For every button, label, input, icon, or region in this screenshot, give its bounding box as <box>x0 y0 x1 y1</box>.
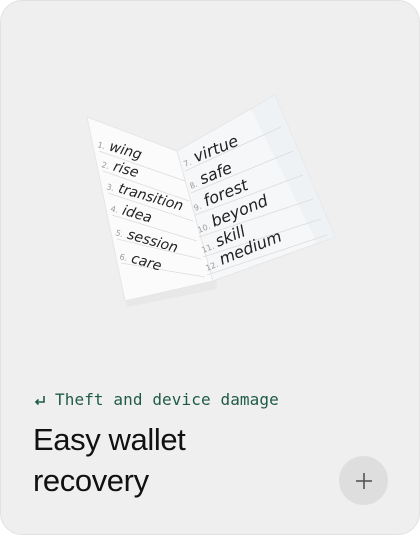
card-title: Easy wallet recovery <box>33 419 313 501</box>
recovery-phrase-illustration: 1. wing 2. rise 3. transition 4. idea 5. session 6… <box>81 89 341 309</box>
plus-icon <box>355 472 372 489</box>
title-line-2: recovery <box>33 463 149 498</box>
tag-label: Theft and device damage <box>55 390 279 409</box>
expand-button[interactable] <box>339 456 388 505</box>
title-line-1: Easy wallet <box>33 422 186 457</box>
feature-tag: Theft and device damage <box>33 390 279 409</box>
feature-card: 1. wing 2. rise 3. transition 4. idea 5. session 6… <box>0 0 420 535</box>
folded-paper-image: 1. wing2. rise3. transition4. idea5. session6… <box>86 94 336 307</box>
return-arrow-icon <box>34 395 45 405</box>
